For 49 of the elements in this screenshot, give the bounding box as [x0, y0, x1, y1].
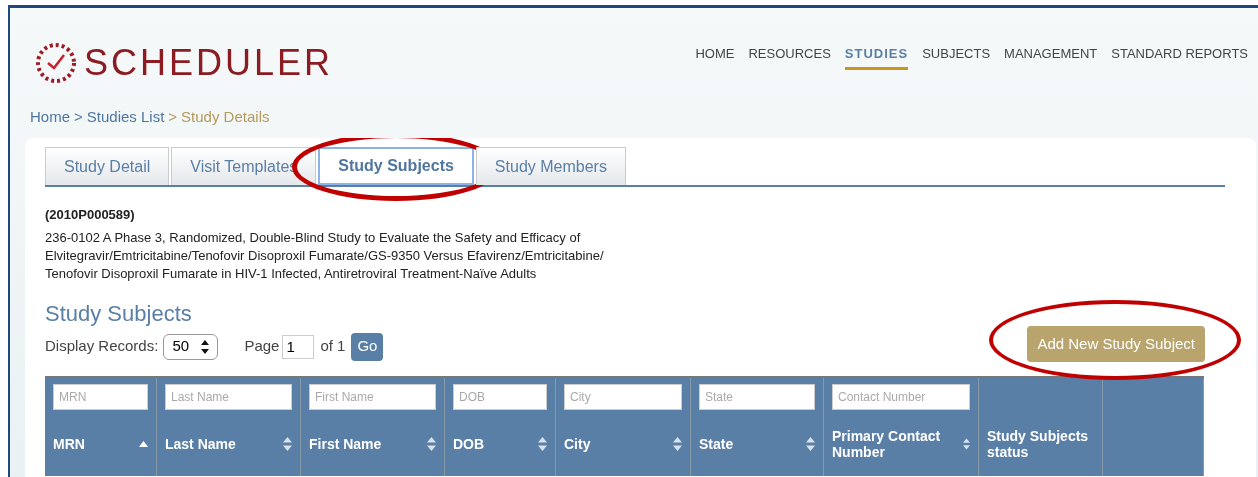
display-records-label: Display Records: — [45, 336, 159, 357]
section-heading: Study Subjects — [45, 299, 193, 328]
filter-field[interactable]: First Name — [309, 383, 436, 410]
breadcrumb-link[interactable]: Home — [30, 105, 70, 129]
nav-link[interactable]: STUDIES — [844, 44, 909, 70]
nav-link[interactable]: STANDARD REPORTS — [1111, 44, 1248, 70]
column-header[interactable]: MRN — [53, 435, 85, 452]
nav-link[interactable]: SUBJECTS — [922, 44, 991, 70]
study-id: (2010P000589) — [45, 206, 136, 224]
column-header[interactable]: Last Name — [165, 435, 236, 452]
breadcrumb-separator: > — [168, 106, 178, 127]
tab[interactable]: Study Detail — [45, 147, 170, 185]
sort-icon[interactable] — [427, 436, 436, 451]
sort-ascending-icon[interactable] — [139, 440, 148, 447]
column-header[interactable]: DOB — [453, 435, 485, 452]
sort-icon[interactable] — [283, 436, 292, 451]
tab[interactable]: Study Subjects — [318, 147, 474, 185]
filter-field[interactable]: DOB — [453, 383, 547, 410]
breadcrumb-link[interactable]: Studies List — [86, 105, 165, 129]
spinner-icon — [201, 339, 210, 354]
study-title: 236-0102 A Phase 3, Randomized, Double-Blind Study to Evaluate the Safety and Efficacy of Elvitegravir/Emtricitabine/Tenofovir Disoproxil Fumarate/GS-9350 Versus Efavirenz/Emtricitabine/ Tenofovir Disoproxil Fumarate in HIV-1 Infected, Antiretroviral Treatment-Naïve Adults — [45, 228, 605, 283]
add-subject-button[interactable]: Add New Study Subject — [1027, 325, 1205, 362]
column-header[interactable]: First Name — [309, 435, 382, 452]
sort-icon[interactable] — [538, 436, 547, 451]
breadcrumb-link[interactable]: Study Details — [181, 105, 270, 129]
sort-icon[interactable] — [673, 436, 682, 451]
filter-field[interactable]: State — [699, 383, 815, 410]
go-button[interactable]: Go — [351, 332, 384, 361]
nav-link[interactable]: MANAGEMENT — [1004, 44, 1098, 70]
filter-field[interactable]: MRN — [53, 383, 148, 410]
nav-link[interactable]: RESOURCES — [748, 44, 831, 70]
clock-check-icon — [34, 41, 78, 85]
page-count: of 1 — [320, 336, 346, 357]
tab[interactable]: Study Members — [475, 147, 626, 185]
app-logo: SCHEDULER — [84, 41, 334, 85]
page-label: Page — [244, 336, 280, 357]
records-select[interactable]: 50 — [163, 333, 219, 360]
sort-icon[interactable] — [962, 436, 970, 451]
column-header[interactable]: City — [564, 435, 591, 452]
sort-icon[interactable] — [806, 436, 815, 451]
column-header[interactable]: Primary Contact Number — [832, 427, 963, 460]
filter-field[interactable]: Contact Number — [832, 383, 970, 410]
page-input[interactable]: 1 — [282, 334, 315, 359]
filter-field[interactable]: Last Name — [165, 383, 292, 410]
breadcrumb-separator: > — [74, 106, 83, 127]
column-header[interactable]: Study Subjects status — [987, 427, 1094, 460]
nav-link[interactable]: HOME — [695, 44, 735, 70]
filter-field[interactable]: City — [564, 383, 682, 410]
column-header[interactable]: State — [699, 435, 734, 452]
